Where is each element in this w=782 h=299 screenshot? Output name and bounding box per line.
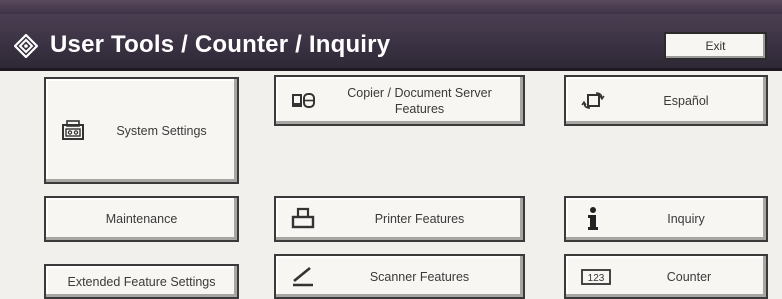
top-strip — [0, 0, 782, 14]
counter-icon-text: 123 — [588, 273, 605, 284]
copier-document-server-features-button[interactable]: Copier / Document Server Features — [274, 75, 525, 126]
system-settings-label: System Settings — [116, 123, 207, 138]
scanner-features-button[interactable]: Scanner Features — [274, 254, 525, 299]
counter-label: Counter — [666, 269, 712, 284]
printer-features-label: Printer Features — [374, 212, 465, 226]
system-settings-button[interactable]: System Settings — [44, 77, 239, 184]
language-switch-button[interactable]: Español — [564, 75, 768, 126]
maintenance-button[interactable]: Maintenance — [44, 196, 239, 242]
copier-features-line1: Copier / Document Server — [347, 85, 492, 100]
extended-feature-settings-button[interactable]: Extended Feature Settings — [44, 264, 239, 299]
scanner-icon — [290, 264, 316, 290]
system-settings-icon — [60, 118, 86, 144]
page-title: User Tools / Counter / Inquiry — [50, 31, 391, 58]
language-label: Español — [663, 93, 709, 108]
copier-document-server-icon — [290, 88, 316, 114]
counter-button[interactable]: 123 Counter — [564, 254, 768, 299]
tools-diamond-icon — [14, 34, 38, 58]
extended-feature-settings-label: Extended Feature Settings — [67, 274, 216, 289]
printer-icon — [290, 206, 316, 232]
counter-icon: 123 — [580, 264, 612, 290]
inquiry-button[interactable]: Inquiry — [564, 196, 768, 242]
scanner-features-label: Scanner Features — [369, 269, 470, 284]
printer-features-button[interactable]: Printer Features — [274, 196, 525, 242]
inquiry-label: Inquiry — [667, 212, 705, 226]
info-icon — [580, 206, 606, 232]
copier-features-label: Copier / Document Server Features — [316, 85, 523, 117]
language-switch-icon — [580, 88, 606, 114]
copier-features-line2: Features — [394, 101, 445, 116]
maintenance-label: Maintenance — [105, 212, 178, 226]
exit-button[interactable]: Exit — [664, 32, 767, 60]
